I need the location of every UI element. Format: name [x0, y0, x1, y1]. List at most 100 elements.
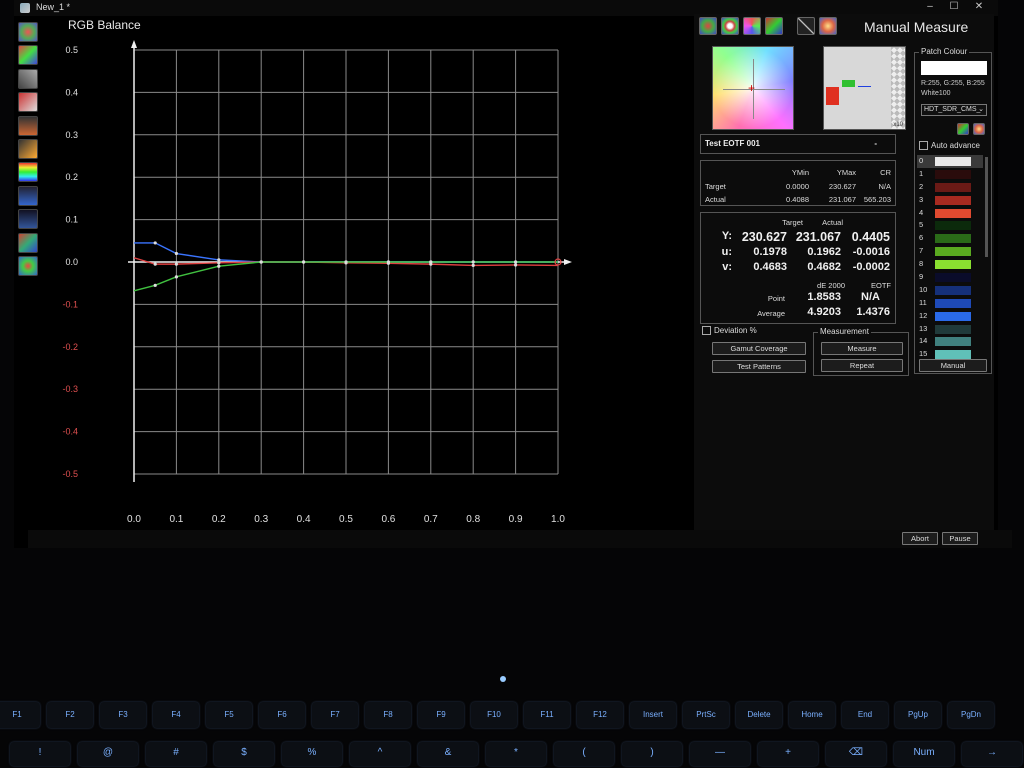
patch-colour-chip [935, 208, 971, 218]
keyboard-key: & [418, 742, 478, 766]
header-de2000: dE 2000 [817, 281, 845, 290]
v-deviation: -0.0002 [852, 261, 890, 273]
series-point [514, 260, 518, 264]
cross-icon[interactable] [797, 17, 815, 35]
point-de2000: 1.8583 [807, 291, 841, 303]
close-button[interactable]: ✕ [969, 0, 989, 14]
maximize-button[interactable]: ☐ [944, 0, 964, 14]
keyboard-key: ( [554, 742, 614, 766]
profile-icon[interactable] [699, 17, 717, 35]
patch-list-item[interactable]: 7 [917, 245, 983, 258]
patch-colour-chip [935, 221, 971, 231]
patch-list-item[interactable]: 10 [917, 284, 983, 297]
view-tool-2-icon[interactable] [18, 45, 38, 66]
measure-button[interactable]: Measure [821, 342, 903, 355]
patch-list-item[interactable]: 5 [917, 219, 983, 232]
manual-measure-panel: Manual Measure + x10 Test EOTF 001 - YMi… [694, 14, 994, 534]
patch-colour-chip [935, 169, 971, 179]
view-tool-6-icon[interactable] [18, 138, 38, 159]
patch-colour-group: Patch Colour R:255, G:255, B:255 White10… [914, 47, 992, 374]
patch-list-item[interactable]: 14 [917, 335, 983, 348]
x-tick-label: 0.9 [509, 514, 523, 525]
rgb-deviation-bar-plot: x10 [823, 46, 906, 130]
measurement-results: Target Actual Y: 230.627 231.067 0.4405 … [700, 212, 896, 324]
keyboard-key: F12 [577, 702, 623, 728]
keyboard-key: Num [894, 742, 954, 766]
patch-colour-chip [935, 247, 971, 257]
deviation-percent-checkbox[interactable]: Deviation % [702, 326, 757, 336]
test-patterns-button[interactable]: Test Patterns [712, 360, 806, 373]
flower-icon[interactable] [743, 17, 761, 35]
series-point [514, 263, 518, 267]
patch-list-item[interactable]: 1 [917, 168, 983, 181]
patch-colour-chip [935, 350, 971, 360]
patch-list-item[interactable]: 9 [917, 271, 983, 284]
patch-list-scrollbar[interactable] [985, 157, 988, 257]
palette-icon[interactable] [957, 123, 969, 135]
view-tool-3-icon[interactable] [18, 68, 38, 89]
target-icon[interactable] [721, 17, 739, 35]
patch-number: 13 [919, 323, 928, 333]
measurement-group: Measurement Measure Repeat [813, 327, 909, 376]
point-label: Point [767, 294, 785, 303]
keyboard-key: ! [10, 742, 70, 766]
minimize-button[interactable]: – [920, 0, 940, 14]
pattern-set-dropdown[interactable]: HDT_SDR_CMS_ ⌄ [921, 104, 987, 116]
keyboard-key: PgUp [895, 702, 941, 728]
manual-button[interactable]: Manual [919, 359, 987, 372]
x-axis-arrow [564, 259, 572, 265]
checkbox-icon [702, 326, 711, 336]
x-tick-label: 0.0 [127, 514, 141, 525]
y-tick-label: -0.3 [62, 384, 78, 394]
app-icon [20, 3, 30, 13]
series-point [174, 262, 178, 266]
view-tool-11-icon[interactable] [18, 255, 38, 276]
series-point [217, 258, 221, 262]
patch-list-item[interactable]: 12 [917, 310, 983, 323]
test-name-field[interactable]: Test EOTF 001 - [700, 134, 896, 154]
view-tool-5-icon[interactable] [18, 115, 38, 136]
y-tick-label: -0.4 [62, 427, 78, 437]
patch-list-item[interactable]: 8 [917, 258, 983, 271]
patch-list-item[interactable]: 13 [917, 323, 983, 336]
header-target: Target [782, 218, 803, 227]
header-cr: CR [880, 168, 891, 177]
patch-list-item[interactable]: 0 [917, 155, 983, 168]
auto-advance-checkbox[interactable]: Auto advance [919, 141, 980, 151]
pause-button[interactable]: Pause [942, 532, 978, 545]
patch-edit-icon[interactable] [973, 123, 985, 135]
x-tick-label: 0.5 [339, 514, 353, 525]
test-dash: - [874, 139, 877, 148]
patch-list-item[interactable]: 11 [917, 297, 983, 310]
view-tool-7-icon[interactable] [18, 162, 38, 183]
y-tick-label: 0.0 [65, 257, 78, 267]
patch-list-item[interactable]: 4 [917, 207, 983, 220]
y-actual: 231.067 [795, 230, 841, 244]
palette-icon[interactable] [819, 17, 837, 35]
checkbox-icon [919, 141, 928, 151]
view-tool-4-icon[interactable] [18, 92, 38, 113]
patch-colour-chip [935, 311, 971, 321]
x-tick-label: 0.1 [169, 514, 183, 525]
view-tool-1-icon[interactable] [18, 22, 38, 42]
patch-list-item[interactable]: 3 [917, 194, 983, 207]
repeat-button[interactable]: Repeat [821, 359, 903, 372]
v-target: 0.4683 [753, 261, 787, 273]
view-tool-9-icon[interactable] [18, 209, 38, 230]
patch-list-item[interactable]: 6 [917, 232, 983, 245]
series-point [153, 241, 157, 245]
chevron-down-icon: ⌄ [978, 106, 984, 113]
view-tool-10-icon[interactable] [18, 232, 38, 253]
patch-list-item[interactable]: 2 [917, 181, 983, 194]
abort-button[interactable]: Abort [902, 532, 938, 545]
gamut-coverage-button[interactable]: Gamut Coverage [712, 342, 806, 355]
patch-colour-chip [935, 182, 971, 192]
view-tool-8-icon[interactable] [18, 185, 38, 206]
cie-colour-plot: + [712, 46, 794, 130]
actual-cr: 565.203 [863, 195, 891, 204]
y-tick-label: 0.4 [65, 87, 78, 97]
checker-pattern [891, 47, 905, 129]
actual-ymin: 0.4088 [786, 195, 809, 204]
colours-icon[interactable] [765, 17, 783, 35]
patch-colour-chip [935, 285, 971, 295]
